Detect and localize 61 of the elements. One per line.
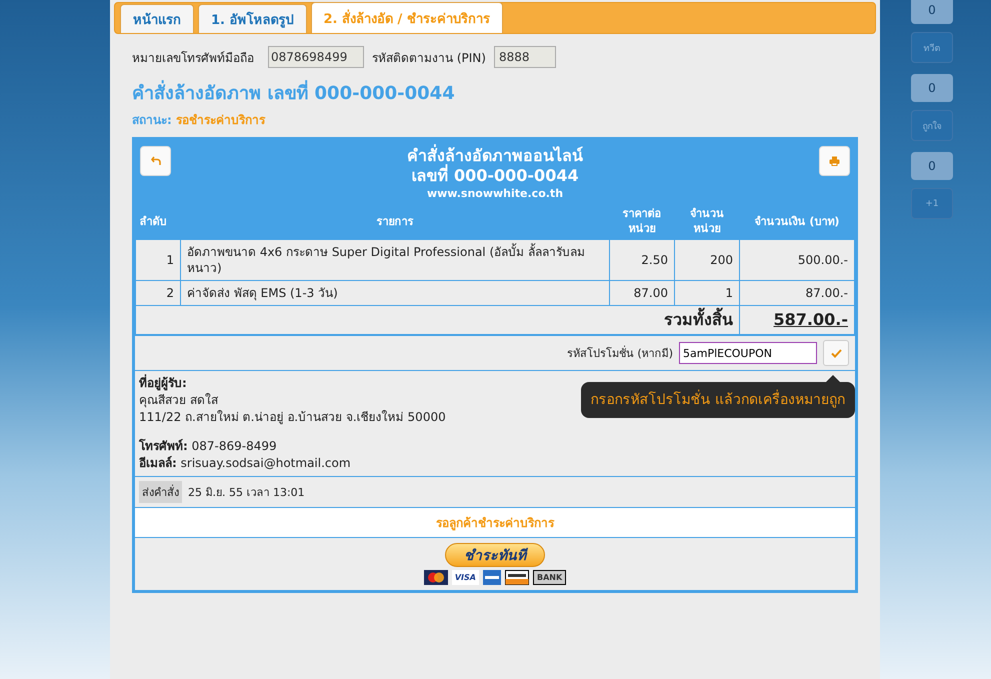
pin-field[interactable]: 8888 <box>494 46 556 68</box>
print-button[interactable] <box>819 146 850 176</box>
column-header: จำนวน หน่วย <box>689 206 725 237</box>
address-line: 111/22 ถ.สายใหม่ ต.น่าอยู่ อ.บ้านสวย จ.เชียงใหม่ 50000 <box>139 409 446 426</box>
table-cell: 2.50 <box>610 240 674 280</box>
promo-code-field[interactable]: 5amPlECOUPON <box>679 342 817 364</box>
total-label: รวมทั้งสิ้น <box>136 306 740 334</box>
pay-now-button[interactable]: ชำระทันที <box>445 543 545 567</box>
ordered-tag: ส่งคำสั่ง <box>139 481 182 503</box>
apply-button[interactable] <box>823 340 849 366</box>
phone-field[interactable]: 0878698499 <box>268 46 364 68</box>
phone-label: โทรศัพท์: <box>139 439 188 453</box>
tab[interactable]: 1. อัพโหลดรูป <box>198 4 307 33</box>
card-logo-icon <box>504 570 529 585</box>
email-label: อีเมลล์: <box>139 456 177 470</box>
share-count: 0 <box>911 0 953 24</box>
card-logo-icon <box>482 570 501 585</box>
column-header: รายการ <box>376 214 414 230</box>
checkmark-icon <box>830 348 842 358</box>
website-text: www.snowwhite.co.th <box>426 187 564 200</box>
receipt-number: เลขที่ 000-000-0044 <box>410 166 580 186</box>
share-count: 0 <box>911 74 953 102</box>
column-header: จำนวนเงิน (บาท) <box>754 214 840 230</box>
column-header: ราคาต่อ หน่วย <box>622 206 662 237</box>
table-cell: 87.00 <box>610 280 674 306</box>
ordered-time: 25 มิ.ย. 55 เวลา 13:01 <box>188 485 305 501</box>
share-count: 0 <box>911 152 953 180</box>
total-value: 587.00.- <box>740 306 854 334</box>
tab[interactable]: หน้าแรก <box>120 4 194 33</box>
card-logo-icon <box>424 570 448 585</box>
table-cell: 1 <box>674 280 740 306</box>
table-cell: 200 <box>674 240 740 280</box>
table-cell: 500.00.- <box>740 240 854 280</box>
waiting-status: รอลูกค้าชำระค่าบริการ <box>135 507 855 537</box>
share-button[interactable]: ถูกใจ <box>911 110 953 141</box>
order-title: คำสั่งล้างอัดภาพ เลขที่ 000-000-0044 <box>132 78 858 107</box>
status-label: สถานะ: <box>132 113 172 127</box>
share-button[interactable]: ทวีต <box>911 32 953 63</box>
printer-icon <box>829 156 840 166</box>
table-cell: 2 <box>136 280 180 306</box>
card-logo: BANK <box>532 570 566 585</box>
status-value: รอชำระค่าบริการ <box>176 113 265 127</box>
table-cell: 1 <box>136 240 180 280</box>
column-header: ลำดับ <box>138 214 168 230</box>
tooltip-pointer <box>826 375 840 382</box>
receipt-title: คำสั่งล้างอัดภาพออนไลน์ <box>407 146 583 165</box>
field-label: หมายเลขโทรศัพท์มือถือ <box>132 50 254 66</box>
undo-arrow-icon <box>150 156 160 166</box>
table-cell: ค่าจัดส่ง พัสดุ EMS (1-3 วัน) <box>180 280 610 306</box>
field-label: รหัสติดตามงาน (PIN) <box>372 50 486 66</box>
email-address: srisuay.sodsai@hotmail.com <box>180 456 351 470</box>
card-logo: VISA <box>452 570 479 585</box>
tooltip: กรอกรหัสโปรโมชั่น แล้วกดเครื่องหมายถูก <box>580 382 855 418</box>
recipient-name: คุณสีสวย สดใส <box>139 392 218 409</box>
table-cell: 87.00.- <box>740 280 854 306</box>
address-heading: ที่อยู่ผู้รับ: <box>139 375 187 392</box>
phone-number: 087-869-8499 <box>192 439 277 453</box>
back-button[interactable] <box>140 146 171 176</box>
promo-label: รหัสโปรโมชั่น (หากมี) <box>566 344 673 362</box>
share-button[interactable]: +1 <box>911 188 953 219</box>
table-cell: อัดภาพขนาด 4x6 กระดาษ Super Digital Professional (อัลบั้ม ลั้ลลารับลมหนาว) <box>180 240 610 280</box>
